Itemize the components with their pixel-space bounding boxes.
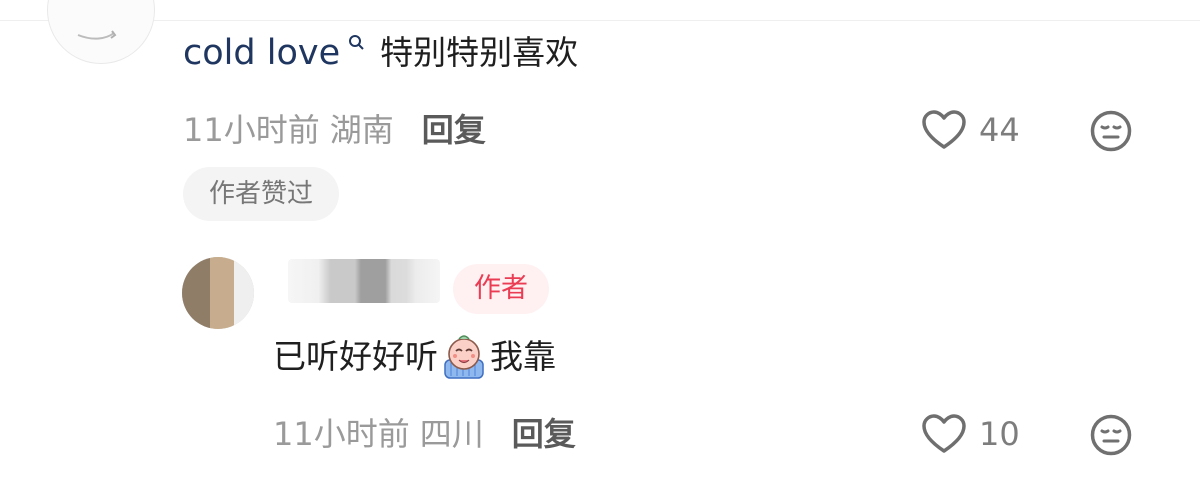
like-button[interactable]: 44 [921,109,1020,151]
reply-text-before: 已听好好听 [273,337,438,376]
crying-face-emoji [444,335,484,379]
author-tag: 作者 [453,264,549,314]
blurred-username[interactable] [288,259,440,303]
reply-region: 四川 [419,415,484,453]
heart-icon [922,414,966,453]
neutral-face-icon[interactable] [1089,109,1133,153]
reply-like-count: 10 [979,415,1020,453]
reply-meta: 11小时前 四川 回复 [273,414,576,454]
reply-button[interactable]: 回复 [512,414,576,454]
reply-avatar[interactable] [182,257,254,329]
comment-meta: 11小时前 湖南 回复 [183,110,486,150]
comment-region: 湖南 [329,111,394,149]
search-hint-icon[interactable] [348,34,366,52]
reply-text-after: 我靠 [490,337,556,376]
like-count: 44 [979,111,1020,149]
avatar-sketch-icon [77,30,117,40]
neutral-face-icon[interactable] [1089,413,1133,457]
reply-like-button[interactable]: 10 [921,413,1020,455]
reply-time: 11小时前 [273,415,410,453]
avatar[interactable] [47,0,155,64]
top-divider [0,20,1200,21]
reply-content: 已听好好听 我靠 [273,332,556,382]
reply-button[interactable]: 回复 [422,110,486,150]
blurred-avatar-image [182,257,254,329]
author-liked-badge: 作者赞过 [183,167,339,221]
heart-icon [922,110,966,149]
username[interactable]: cold love [183,28,340,78]
comment-header: cold love 特别特别喜欢 [183,28,578,78]
comment-time: 11小时前 [183,111,320,149]
comment-text: 特别特别喜欢 [380,33,579,72]
